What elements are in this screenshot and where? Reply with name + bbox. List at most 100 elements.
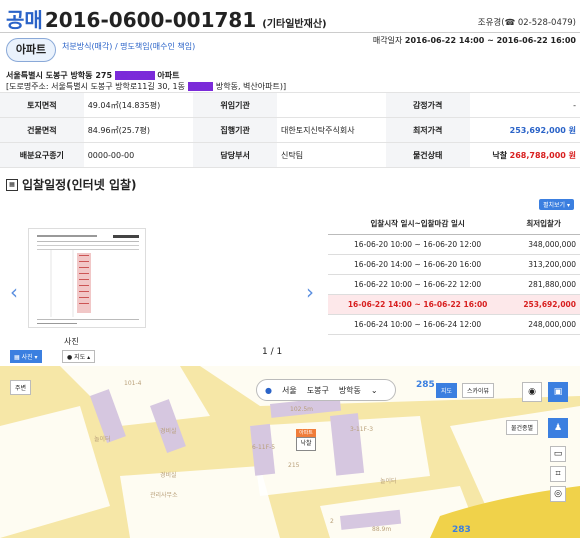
bid-price: 313,200,000 xyxy=(507,254,580,275)
expand-button-label: 펼치보기 xyxy=(542,202,566,209)
contact-info: 조유경(☎ 02-528-0479) xyxy=(477,18,576,28)
address-road-prefix: [도로명주소: 서울특별시 도봉구 방학로11길 30, 1동 xyxy=(6,82,186,91)
bid-date: 16-06-20 14:00 ~ 16-06-20 16:00 xyxy=(328,254,508,275)
next-arrow-icon[interactable]: › xyxy=(306,280,314,304)
photo-caption: 사진 xyxy=(64,337,79,346)
info-label: 집행기관 xyxy=(193,117,277,143)
map-label: 놀이터 xyxy=(380,478,397,485)
area-icon[interactable]: ⌗ xyxy=(550,466,566,482)
bid-price: 281,880,000 xyxy=(507,274,580,295)
region-dong: 방학동 xyxy=(338,385,361,395)
section-title: ▦ 입찰일정(인터넷 입찰) xyxy=(6,176,137,193)
photo-toggle-label: 사진 xyxy=(21,354,33,361)
location-selector[interactable]: ● 서울 도봉구 방학동 ⌄ xyxy=(256,379,396,401)
page-title: 공매 2016-0600-001781 (기타일반재산) xyxy=(6,4,327,32)
info-value: 49.04㎡(14.835평) xyxy=(83,92,194,118)
property-info-table: 토지면적 49.04㎡(14.835평) 위임기관 감정가격 - 건물면적 84… xyxy=(0,92,580,168)
map-label: 3-11F-3 xyxy=(350,426,374,433)
table-row: 16-06-24 10:00 ~ 16-06-24 12:00 248,000,… xyxy=(328,314,580,335)
status-value: 낙찰 268,788,000 원 xyxy=(469,142,580,168)
marker-type: 아파트 xyxy=(296,429,316,437)
case-number: 2016-0600-001781 xyxy=(44,8,257,32)
status-label: 낙찰 xyxy=(492,150,508,160)
map-type-map[interactable]: 지도 xyxy=(436,383,458,398)
info-label: 토지면적 xyxy=(0,92,84,118)
info-label: 건물면적 xyxy=(0,117,84,143)
address-road-suffix: 방학동, 벽산아파트)] xyxy=(215,82,287,91)
document-thumbnail[interactable] xyxy=(28,228,146,328)
info-value xyxy=(276,92,386,118)
address-road: [도로명주소: 서울특별시 도봉구 방학로11길 30, 1동 101호( 방학… xyxy=(6,81,286,92)
address-redacted: 1동 101호 xyxy=(114,71,155,80)
table-row: 배분요구종기 0000-00-00 담당부서 신탁팀 물건상태 낙찰 268,7… xyxy=(0,142,580,168)
sale-date: 매각일자 2016-06-22 14:00 ~ 2016-06-22 16:00 xyxy=(373,35,576,46)
region-district: 도봉구 xyxy=(306,385,329,395)
layer-icon[interactable]: ▣ xyxy=(548,382,568,402)
street-view-icon[interactable]: ◉ xyxy=(522,382,542,402)
bid-date: 16-06-22 14:00 ~ 16-06-22 16:00 xyxy=(328,294,508,315)
property-type-badge: 아파트 xyxy=(6,38,56,62)
property-category: (기타일반재산) xyxy=(262,19,327,30)
disposal-method-link[interactable]: 처분방식(매각) / 명도책임(매수인 책임) xyxy=(62,41,195,52)
page-indicator: 1 / 1 xyxy=(262,347,283,357)
address-main-prefix: 서울특별시 도봉구 방학동 275 xyxy=(6,71,113,80)
bid-date: 16-06-24 10:00 ~ 16-06-24 12:00 xyxy=(328,314,508,335)
divider xyxy=(0,32,580,33)
road-number: 285 xyxy=(416,380,435,390)
map-type-skyview[interactable]: 스카이뷰 xyxy=(462,383,495,398)
document-preview-image xyxy=(29,229,145,327)
info-value: 84.96㎡(25.7평) xyxy=(83,117,194,143)
map-label: 6-11F-5 xyxy=(252,444,276,451)
table-row-current: 16-06-22 14:00 ~ 16-06-22 16:00 253,692,… xyxy=(328,294,580,315)
ruler-icon[interactable]: ▭ xyxy=(550,446,566,462)
table-row: 건물면적 84.96㎡(25.7평) 집행기관 대한토지신탁주식회사 최저가격 … xyxy=(0,117,580,143)
map-label: 경비실 xyxy=(160,472,177,479)
bid-schedule-table: 입찰시작 일시~입찰마감 일시 최저입찰가 16-06-20 10:00 ~ 1… xyxy=(328,214,580,335)
map-label: 102.5m xyxy=(290,406,314,413)
table-row: 16-06-20 14:00 ~ 16-06-20 16:00 313,200,… xyxy=(328,254,580,275)
info-value: 신탁팀 xyxy=(276,142,386,168)
info-label: 위임기관 xyxy=(193,92,277,118)
minimum-price: 253,692,000 원 xyxy=(469,117,580,143)
bid-date: 16-06-22 10:00 ~ 16-06-22 12:00 xyxy=(328,274,508,295)
info-value: 대한토지신탁주식회사 xyxy=(276,117,386,143)
info-value: - xyxy=(469,92,580,118)
expand-button[interactable]: 펼치보기 ▾ xyxy=(538,199,574,210)
nearby-button[interactable]: 주변 xyxy=(10,380,32,395)
map-label: 경비실 xyxy=(160,428,177,435)
person-icon[interactable]: ♟ xyxy=(548,418,568,438)
info-label: 물건상태 xyxy=(385,142,470,168)
table-row: 16-06-22 10:00 ~ 16-06-22 12:00 281,880,… xyxy=(328,274,580,295)
winning-price: 268,788,000 원 xyxy=(509,150,576,160)
info-label: 담당부서 xyxy=(193,142,277,168)
map-label: 88.9m xyxy=(372,526,392,533)
bid-date: 16-06-20 10:00 ~ 16-06-20 12:00 xyxy=(328,234,508,255)
photo-toggle-button[interactable]: ▦ 사진 ▾ xyxy=(10,350,42,363)
radius-icon[interactable]: ◎ xyxy=(550,486,566,502)
map-label: 101-4 xyxy=(124,380,142,387)
map-label: 관리사무소 xyxy=(150,492,178,499)
section-title-text: 입찰일정(인터넷 입찰) xyxy=(22,178,137,192)
info-label: 배분요구종기 xyxy=(0,142,84,168)
map-toggle-button[interactable]: ● 지도 ▴ xyxy=(62,350,96,363)
property-marker[interactable]: 아파트 낙찰 xyxy=(296,429,316,453)
map-label: 215 xyxy=(288,462,300,469)
bid-price: 348,000,000 xyxy=(507,234,580,255)
location-pin-icon: ● xyxy=(265,385,272,395)
marker-status: 낙찰 xyxy=(296,437,316,451)
chevron-down-icon: ⌄ xyxy=(370,385,378,395)
col-price-header: 최저입찰가 xyxy=(507,214,580,235)
address-main: 서울특별시 도봉구 방학동 275 1동 101호 아파트 xyxy=(6,70,179,81)
info-label: 최저가격 xyxy=(385,117,470,143)
map-view[interactable]: 주변 ● 서울 도봉구 방학동 ⌄ 285 지도 스카이뷰 ◉ ▣ 물건종별 ♟… xyxy=(0,366,580,538)
pin-icon: ● xyxy=(67,354,73,361)
sale-date-value: 2016-06-22 14:00 ~ 2016-06-22 16:00 xyxy=(404,36,576,45)
map-label: 놀이터 xyxy=(94,436,111,443)
sale-date-label: 매각일자 xyxy=(372,36,403,45)
table-row: 16-06-20 10:00 ~ 16-06-20 12:00 348,000,… xyxy=(328,234,580,255)
region-city: 서울 xyxy=(281,385,297,395)
title-kind: 공매 xyxy=(6,8,43,32)
prev-arrow-icon[interactable]: ‹ xyxy=(10,280,18,304)
similar-property-button[interactable]: 물건종별 xyxy=(506,420,539,435)
table-header-row: 입찰시작 일시~입찰마감 일시 최저입찰가 xyxy=(328,214,580,235)
